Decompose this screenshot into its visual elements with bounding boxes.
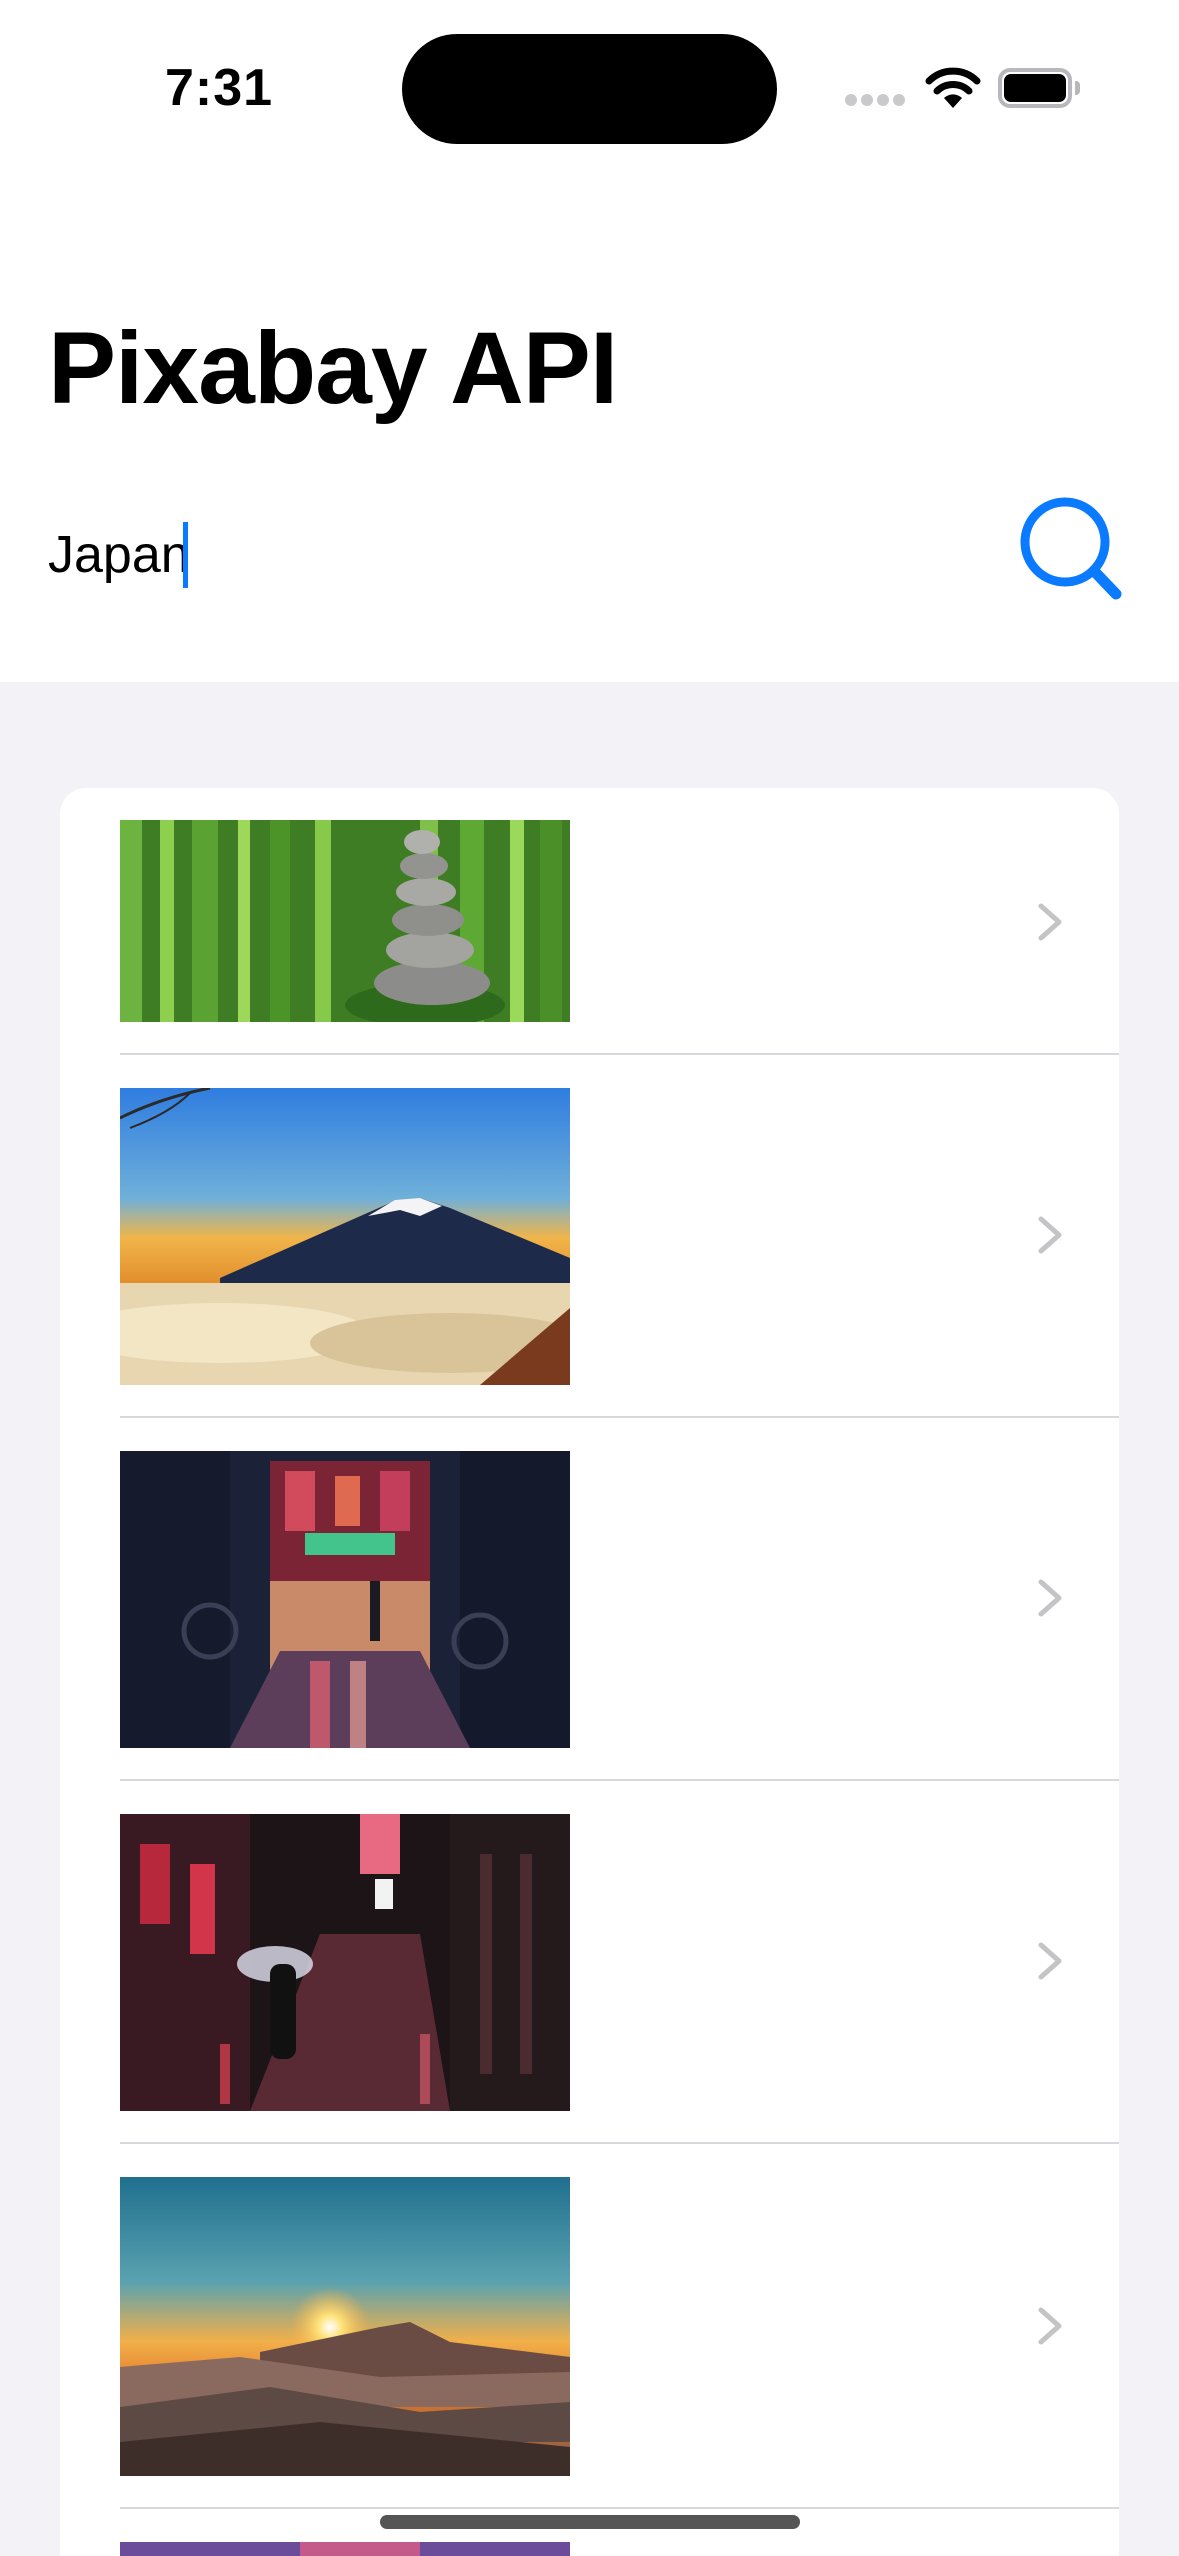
search-button[interactable] xyxy=(1012,490,1132,610)
chevron-right-icon xyxy=(1038,1579,1062,1617)
results-list xyxy=(60,788,1119,2556)
text-caret xyxy=(183,522,188,588)
chevron-right-icon xyxy=(1038,1216,1062,1254)
list-item[interactable] xyxy=(60,2144,1119,2509)
wifi-icon xyxy=(925,67,981,108)
list-item[interactable] xyxy=(60,1781,1119,2144)
list-item[interactable] xyxy=(60,788,1119,1055)
result-thumbnail xyxy=(120,2542,570,2556)
status-bar: 7:31 xyxy=(0,0,1179,180)
search-row xyxy=(0,490,1179,620)
status-time: 7:31 xyxy=(165,59,274,117)
home-indicator xyxy=(380,2515,800,2529)
page-title: Pixabay API xyxy=(48,311,618,425)
chevron-right-icon xyxy=(1038,903,1062,941)
cellular-signal-icon xyxy=(845,94,905,108)
result-thumbnail xyxy=(120,2177,570,2476)
chevron-right-icon xyxy=(1038,1942,1062,1980)
battery-icon xyxy=(998,68,1080,108)
result-thumbnail xyxy=(120,1451,570,1748)
result-thumbnail xyxy=(120,1814,570,2111)
chevron-right-icon xyxy=(1038,2307,1062,2345)
list-item[interactable] xyxy=(60,1418,1119,1781)
list-item[interactable] xyxy=(60,1055,1119,1418)
result-thumbnail xyxy=(120,1088,570,1385)
magnifying-glass-icon xyxy=(1020,497,1122,600)
dynamic-island xyxy=(402,34,777,144)
result-thumbnail xyxy=(120,820,570,1022)
